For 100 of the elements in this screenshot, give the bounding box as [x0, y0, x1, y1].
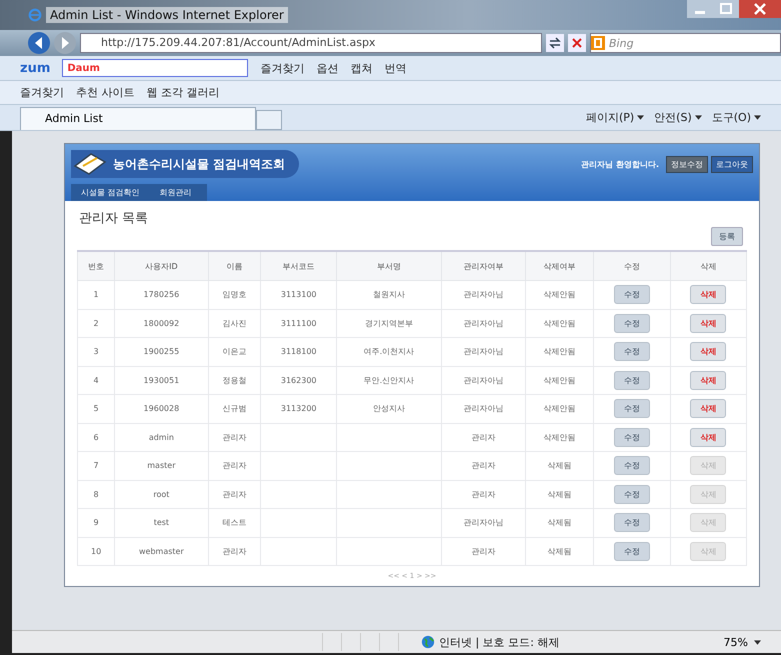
table-cell: 1800092: [144, 318, 180, 328]
table-cell: 관리자: [471, 490, 496, 499]
brand-logo[interactable]: zum: [20, 60, 50, 76]
search-engine-icon: [591, 36, 605, 50]
edit-button[interactable]: 수정: [614, 428, 650, 447]
table-cell: 삭제됨: [548, 490, 572, 499]
back-button[interactable]: [28, 32, 50, 54]
welcome-text: 관리자님 환영합니다.: [581, 158, 659, 170]
toolbar-item[interactable]: 번역: [384, 60, 406, 76]
table-cell: test: [154, 518, 170, 528]
delete-button[interactable]: 삭제: [690, 342, 726, 362]
nav-item[interactable]: 회원관리: [150, 187, 202, 198]
table-cell: 3113100: [280, 290, 317, 300]
table-cell: 관리자: [471, 546, 496, 556]
table-cell: 9: [94, 518, 99, 528]
address-field[interactable]: http://175.209.44.207:81/Account/AdminList.aspx: [80, 33, 542, 53]
table-cell: 3111100: [280, 318, 317, 328]
caret-icon[interactable]: [637, 115, 644, 120]
table-cell: 관리자아님: [463, 290, 504, 300]
table-cell: 관리자: [222, 432, 246, 442]
table-cell: 4: [94, 376, 99, 385]
close-button[interactable]: [739, 0, 781, 18]
edit-button[interactable]: 수정: [614, 314, 650, 333]
table-cell: 1780256: [144, 290, 180, 300]
column-header: 부서명: [336, 251, 442, 280]
table-cell: 삭제됨: [548, 546, 572, 556]
table-cell: 관리자아님: [463, 518, 504, 528]
page-heading: 관리자 목록: [78, 210, 150, 227]
table-cell: 삭제안됨: [544, 347, 576, 356]
table-cell: 관리자아님: [463, 347, 504, 356]
table-cell: master: [147, 461, 176, 470]
stop-icon[interactable]: [568, 34, 586, 52]
toolbar-item[interactable]: 캡쳐: [350, 60, 372, 76]
caret-icon[interactable]: [754, 640, 761, 644]
nav-item[interactable]: 시설물 점검확인: [71, 187, 150, 198]
table-cell: 신규범: [222, 404, 246, 414]
favorites-item[interactable]: 웹 조각 갤러리: [146, 85, 220, 100]
forward-button[interactable]: [54, 32, 76, 54]
table-cell: 3: [94, 347, 99, 356]
table-cell: 5: [94, 404, 99, 414]
browser-logo-icon: [28, 8, 42, 22]
table-cell: 관리자: [222, 490, 246, 499]
table-cell: 삭제안됨: [544, 376, 576, 385]
browser-tab[interactable]: Admin List: [20, 107, 256, 130]
zoom-level[interactable]: 75%: [724, 636, 748, 648]
table-cell: 김사진: [222, 318, 246, 328]
column-header: 수정: [594, 251, 670, 280]
caret-icon[interactable]: [754, 115, 761, 120]
table-cell: 1930051: [144, 376, 180, 385]
table-cell: 관리자아님: [463, 404, 504, 414]
edit-button[interactable]: 수정: [614, 542, 650, 561]
portal-search-field[interactable]: Daum: [62, 59, 248, 77]
edit-button[interactable]: 수정: [614, 370, 650, 390]
edit-button[interactable]: 수정: [614, 456, 650, 476]
edit-button[interactable]: 수정: [614, 513, 650, 532]
register-button[interactable]: 등록: [711, 227, 743, 246]
toolbar-item[interactable]: 즐겨찾기: [260, 60, 304, 76]
toolbar-item[interactable]: 옵션: [316, 60, 338, 76]
delete-button[interactable]: 삭제: [690, 428, 726, 447]
table-cell: 삭제됨: [548, 461, 572, 470]
command-item[interactable]: 페이지(P): [586, 110, 634, 125]
table-cell: 6: [94, 432, 99, 442]
favorites-item[interactable]: 추천 사이트: [76, 85, 134, 100]
table-cell: 삭제됨: [548, 518, 572, 528]
table-cell: 3118100: [280, 347, 317, 356]
edit-button[interactable]: 수정: [614, 484, 650, 504]
table-cell: 관리자: [222, 461, 246, 470]
table-cell: 임명호: [222, 290, 246, 300]
favorites-item[interactable]: 즐겨찾기: [20, 85, 64, 100]
table-cell: 철원지사: [372, 290, 405, 300]
refresh-icon[interactable]: [546, 34, 564, 52]
search-field[interactable]: Bing: [590, 33, 781, 53]
delete-button[interactable]: 삭제: [690, 314, 726, 333]
table-cell: 이은교: [222, 347, 246, 356]
header-button[interactable]: 로그아웃: [711, 156, 753, 172]
site-title: 농어촌수리시설물 점검내역조회: [71, 150, 300, 178]
table-cell: 관리자아님: [463, 318, 504, 328]
header-button[interactable]: 정보수정: [666, 156, 708, 172]
table-cell: 정용철: [222, 376, 246, 385]
delete-button[interactable]: 삭제: [690, 285, 726, 304]
window-title: Admin List - Windows Internet Explorer: [46, 7, 288, 23]
column-header: 부서코드: [260, 251, 336, 280]
caret-icon[interactable]: [694, 115, 702, 120]
table-cell: 관리자: [471, 432, 496, 442]
table-cell: admin: [148, 432, 174, 442]
command-item[interactable]: 도구(O): [712, 110, 751, 125]
table-cell: 삭제안됨: [544, 432, 576, 442]
delete-button[interactable]: 삭제: [690, 399, 726, 418]
table-cell: 3113200: [280, 404, 317, 414]
table-cell: 삭제안됨: [544, 404, 576, 414]
column-header: 삭제: [670, 251, 746, 280]
edit-button[interactable]: 수정: [614, 399, 650, 418]
edit-button[interactable]: 수정: [614, 285, 650, 304]
command-item[interactable]: 안전(S): [654, 110, 692, 125]
edit-button[interactable]: 수정: [614, 342, 650, 362]
table-cell: 8: [94, 490, 99, 499]
column-header: 사용자ID: [114, 251, 208, 280]
delete-button[interactable]: 삭제: [690, 370, 726, 390]
table-cell: 1900255: [144, 347, 180, 356]
zone-status: 인터넷 | 보호 모드: 해제: [439, 634, 560, 650]
